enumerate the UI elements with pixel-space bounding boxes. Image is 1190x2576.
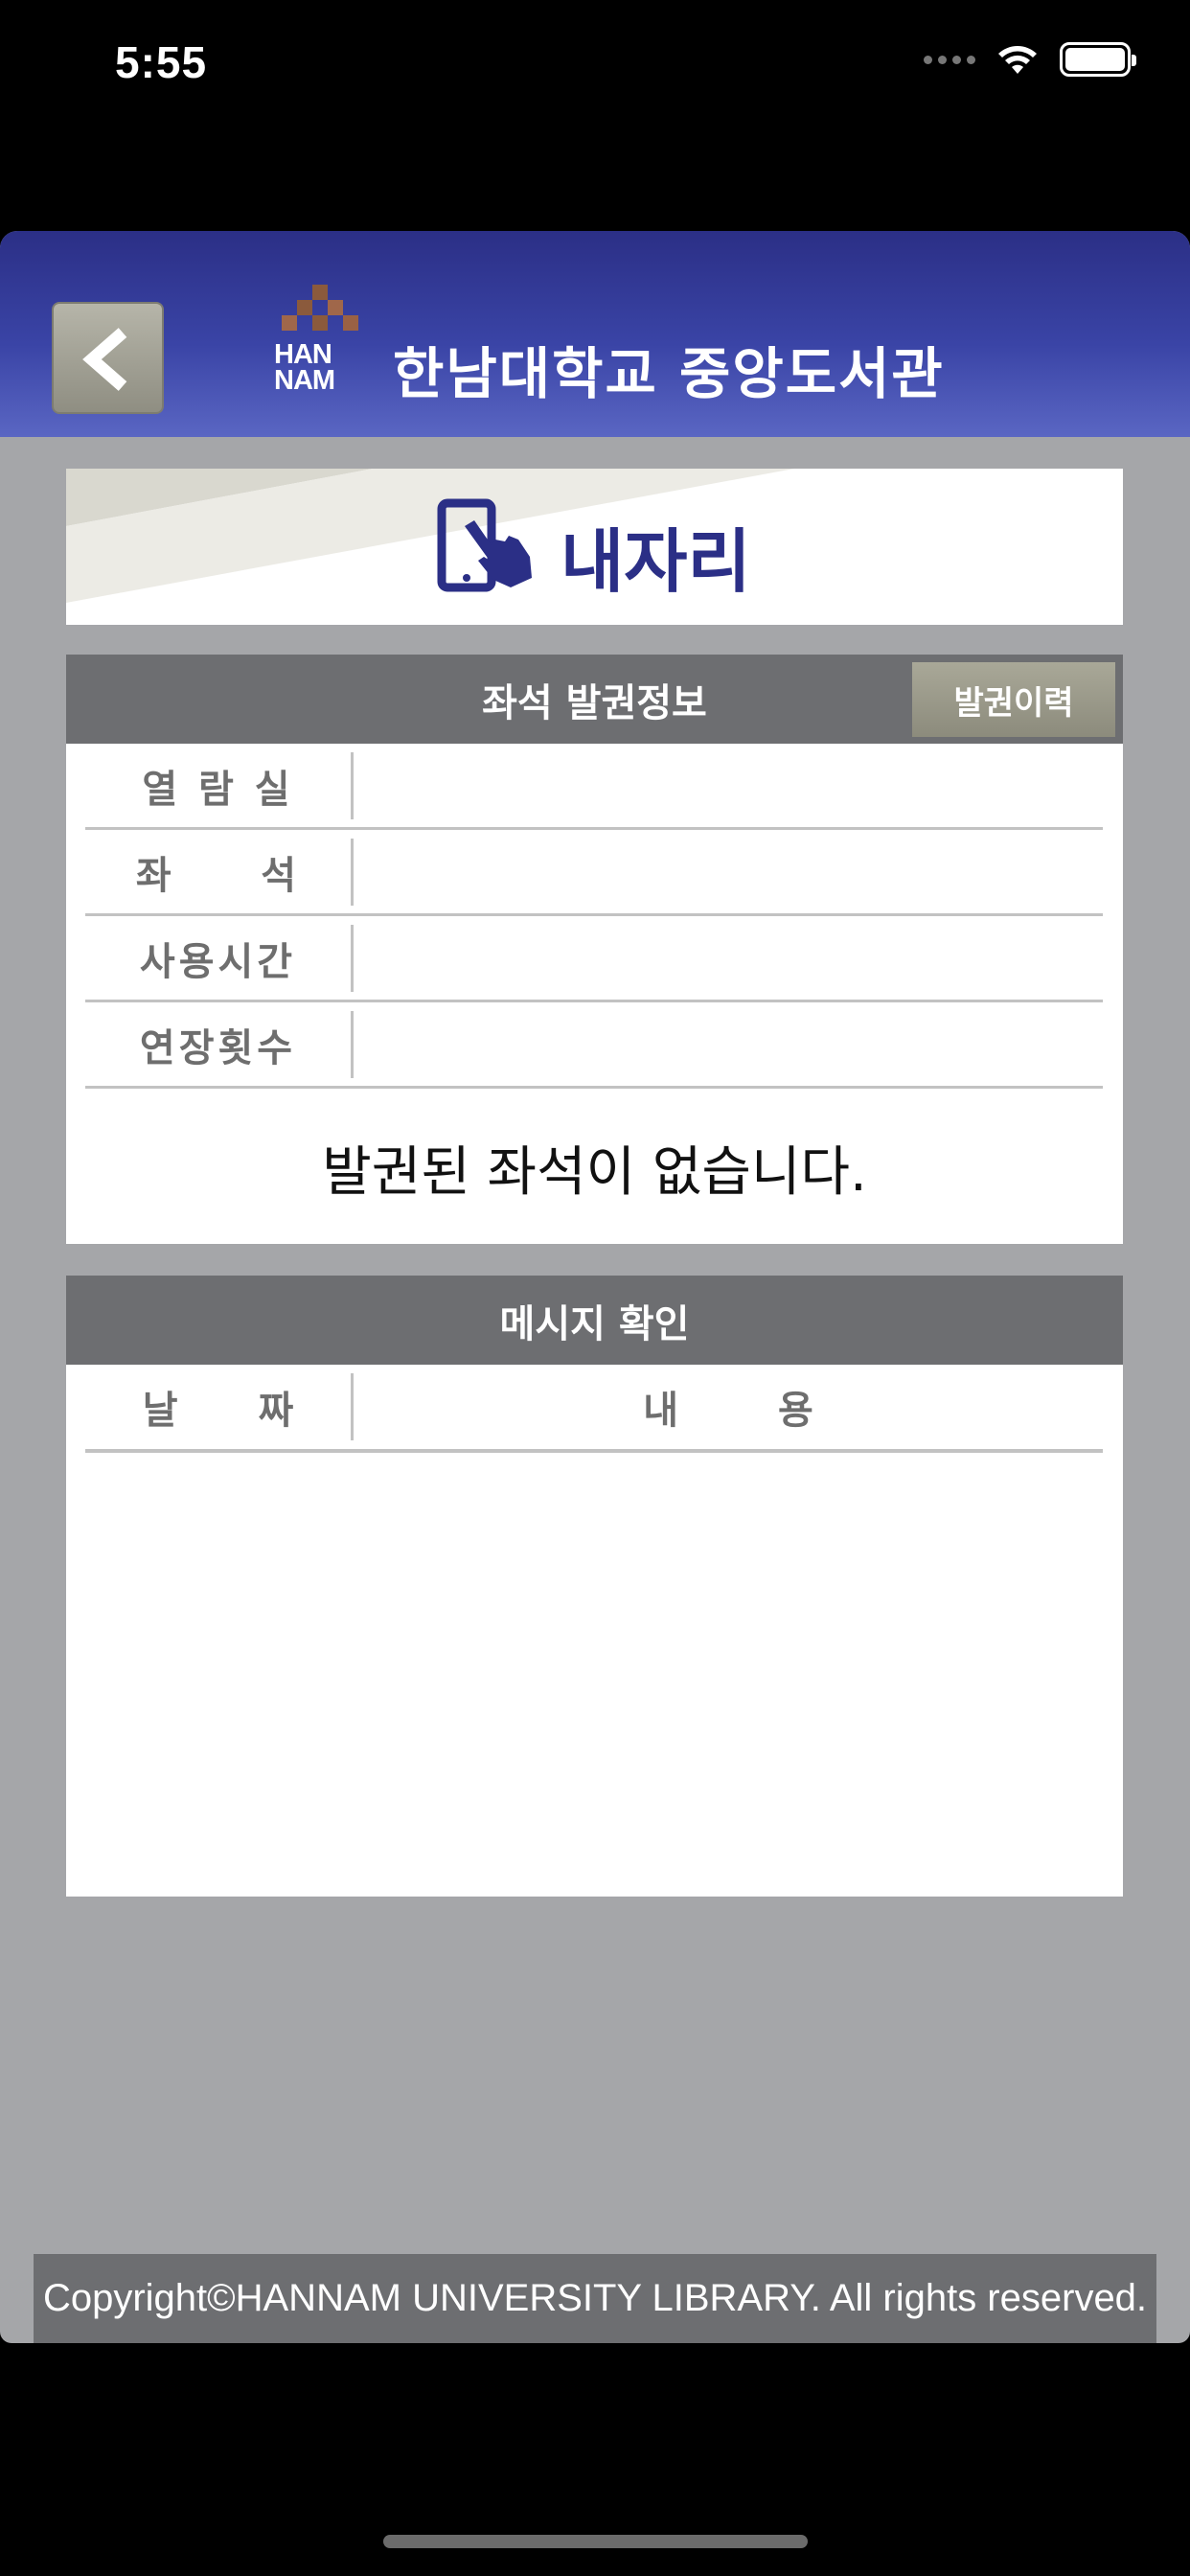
battery-icon <box>1060 42 1136 77</box>
issue-history-button[interactable]: 발권이력 <box>912 662 1115 737</box>
seat-info-title: 좌석 발권정보 <box>482 680 707 725</box>
date-column-header: 날 짜 <box>142 1389 294 1433</box>
message-panel: 메시지 확인 날 짜 내 용 <box>66 1276 1123 1897</box>
extension-count-label: 연장횟수 <box>139 1025 297 1070</box>
home-indicator[interactable] <box>383 2535 808 2548</box>
touch-phone-icon <box>437 498 532 592</box>
usage-time-row: 사용시간 <box>85 916 1103 1002</box>
back-button[interactable] <box>52 302 164 414</box>
page-title: 내자리 <box>561 521 751 602</box>
header-title: 한남대학교 중앙도서관 <box>393 341 945 406</box>
row-divider <box>351 751 354 819</box>
logo-text: HAN NAM <box>274 339 335 396</box>
cellular-signal-icon <box>924 55 975 64</box>
reading-room-row: 열 람 실 <box>85 744 1103 830</box>
reading-room-label: 열 람 실 <box>142 767 294 812</box>
app-container: HAN NAM 한남대학교 중앙도서관 내자리 좌석 발권정보 발권이력 열 람… <box>0 231 1190 2343</box>
back-arrow-icon <box>82 328 127 391</box>
seat-info-header: 좌석 발권정보 발권이력 <box>66 655 1123 744</box>
wifi-icon <box>998 46 1037 74</box>
content-column-header: 내 용 <box>643 1389 813 1433</box>
no-seat-message: 발권된 좌석이 없습니다. <box>322 1141 867 1204</box>
message-panel-title: 메시지 확인 <box>499 1301 690 1346</box>
copyright-footer: Copyright©HANNAM UNIVERSITY LIBRARY. All… <box>34 2254 1156 2343</box>
seat-info-panel: 좌석 발권정보 발권이력 열 람 실 좌 석 사용시간 연장횟수 발권된 좌석이… <box>66 655 1123 1244</box>
message-table-header: 날 짜 내 용 <box>85 1365 1103 1453</box>
status-icons <box>924 42 1136 77</box>
logo-text-nam: NAM <box>274 365 335 396</box>
logo-text-han: HAN <box>274 339 332 370</box>
seat-row: 좌 석 <box>85 830 1103 916</box>
page-title-banner: 내자리 <box>66 469 1123 625</box>
usage-time-label: 사용시간 <box>139 939 297 984</box>
extension-count-row: 연장횟수 <box>85 1002 1103 1089</box>
status-time: 5:55 <box>115 37 208 87</box>
seat-info-rows: 열 람 실 좌 석 사용시간 연장횟수 <box>85 744 1103 1089</box>
university-logo: HAN NAM <box>274 285 365 398</box>
row-divider <box>351 924 354 992</box>
seat-label: 좌 석 <box>135 853 301 898</box>
row-divider <box>351 838 354 906</box>
message-panel-header: 메시지 확인 <box>66 1276 1123 1365</box>
app-header: HAN NAM 한남대학교 중앙도서관 <box>0 231 1190 437</box>
status-bar: 5:55 <box>0 0 1190 134</box>
row-divider <box>351 1010 354 1078</box>
